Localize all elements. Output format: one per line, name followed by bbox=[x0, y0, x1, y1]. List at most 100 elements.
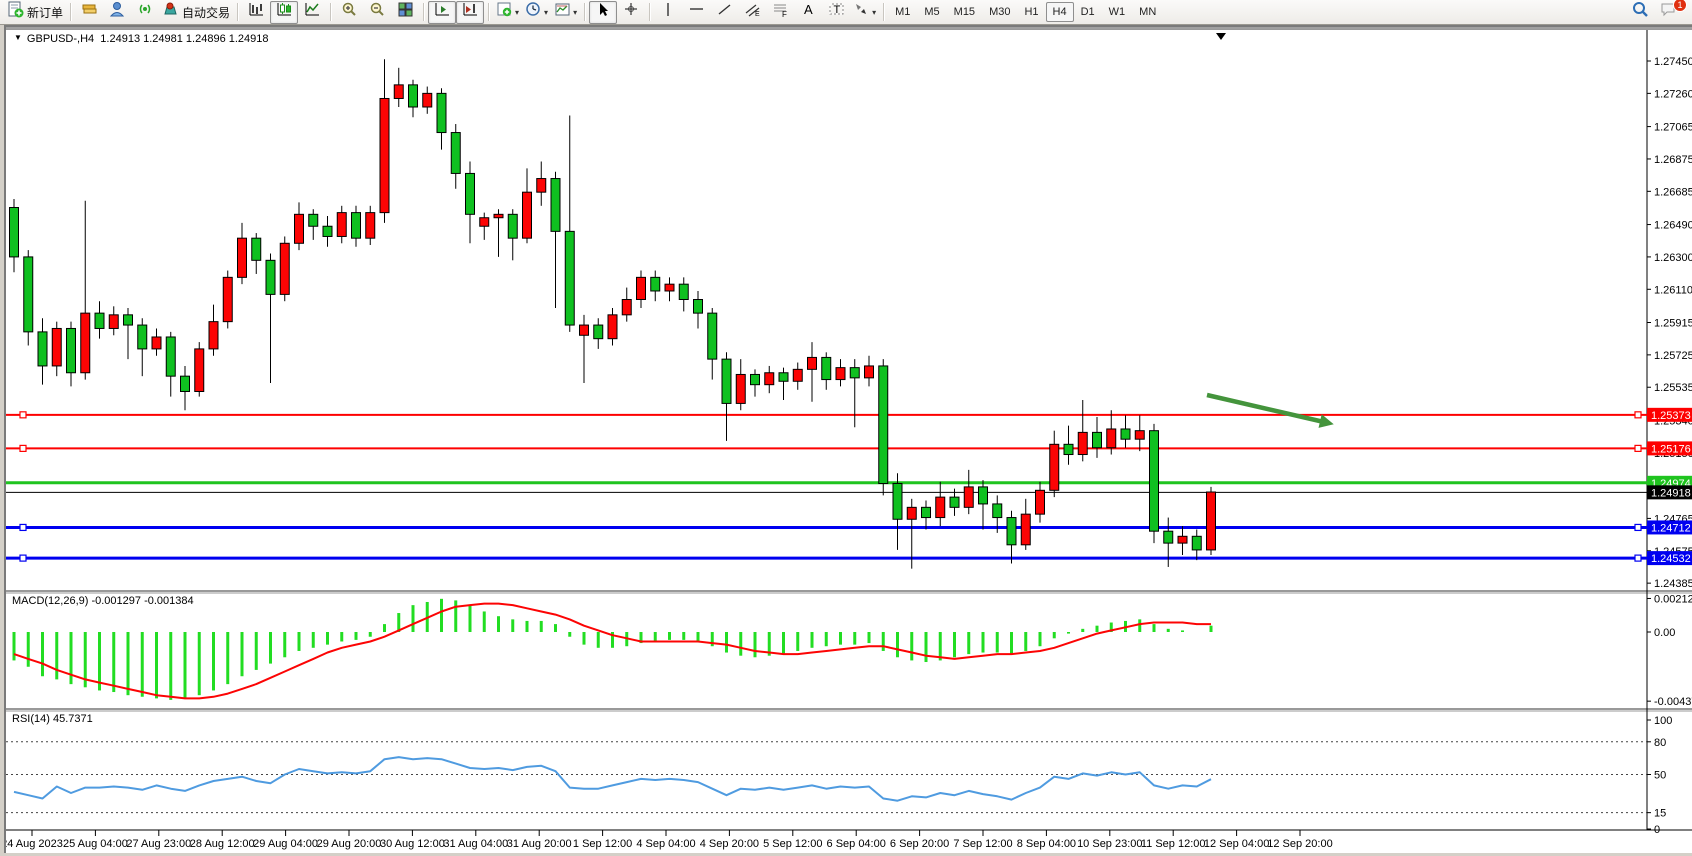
search-button[interactable] bbox=[1626, 1, 1654, 24]
toolbar-separator bbox=[70, 3, 71, 21]
autotrade-button[interactable]: 自动交易 bbox=[159, 1, 233, 24]
new-order-icon bbox=[7, 1, 24, 23]
zoom-out-button[interactable] bbox=[363, 1, 391, 24]
fibo-button[interactable]: F bbox=[766, 1, 794, 24]
svg-text:25 Aug 04:00: 25 Aug 04:00 bbox=[63, 838, 128, 850]
autotrade-button-label: 自动交易 bbox=[182, 4, 230, 21]
macd-pane bbox=[14, 599, 1211, 700]
chart-dropdown-caret[interactable]: ▼ bbox=[14, 33, 22, 42]
svg-text:1.25176: 1.25176 bbox=[1651, 443, 1691, 455]
rsi-indicator-label: RSI(14) 45.7371 bbox=[12, 713, 93, 725]
tiles-icon bbox=[397, 1, 414, 23]
zoom-in-button[interactable] bbox=[335, 1, 363, 24]
timeframe-m5-button[interactable]: M5 bbox=[917, 2, 946, 22]
svg-text:28 Aug 12:00: 28 Aug 12:00 bbox=[190, 838, 255, 850]
chart-ohlc-values: 1.24913 1.24981 1.24896 1.24918 bbox=[100, 33, 268, 45]
periods-button[interactable]: ▾ bbox=[522, 1, 551, 24]
svg-text:0: 0 bbox=[1654, 824, 1660, 836]
chart-window[interactable]: 1.274501.272601.270651.268751.266851.264… bbox=[4, 25, 1692, 853]
chart-shift-button[interactable] bbox=[456, 1, 484, 24]
candle-chart-button[interactable] bbox=[270, 1, 298, 24]
svg-text:1.24385: 1.24385 bbox=[1654, 578, 1692, 590]
svg-text:1.27260: 1.27260 bbox=[1654, 88, 1692, 100]
signal-icon bbox=[137, 1, 154, 23]
svg-text:29 Aug 20:00: 29 Aug 20:00 bbox=[317, 838, 382, 850]
new-order-button[interactable]: 新订单 bbox=[4, 1, 66, 24]
dropdown-arrow-icon[interactable]: ▾ bbox=[573, 8, 577, 17]
price-lines-layer[interactable] bbox=[6, 412, 1647, 561]
timeframe-h1-button[interactable]: H1 bbox=[1017, 2, 1045, 22]
indicators-button[interactable]: ▾ bbox=[493, 1, 522, 24]
mt4-window: { "toolbar": { "notification_count": "1"… bbox=[0, 0, 1692, 856]
svg-text:4 Sep 20:00: 4 Sep 20:00 bbox=[700, 838, 759, 850]
price-line-1.24712[interactable] bbox=[6, 524, 1647, 530]
dropdown-arrow-icon[interactable]: ▾ bbox=[872, 8, 876, 17]
dropdown-arrow-icon[interactable]: ▾ bbox=[544, 8, 548, 17]
signals-button[interactable] bbox=[131, 1, 159, 24]
svg-text:E: E bbox=[755, 11, 760, 18]
svg-text:27 Aug 23:00: 27 Aug 23:00 bbox=[126, 838, 191, 850]
svg-text:A: A bbox=[804, 2, 813, 17]
timeframe-m15-button[interactable]: M15 bbox=[947, 2, 982, 22]
svg-text:1.27450: 1.27450 bbox=[1654, 56, 1692, 68]
toolbar-separator bbox=[423, 3, 424, 21]
svg-text:1.26110: 1.26110 bbox=[1654, 284, 1692, 296]
rsi-axis[interactable]: 1008050150 bbox=[1647, 715, 1672, 836]
svg-text:1 Sep 12:00: 1 Sep 12:00 bbox=[573, 838, 632, 850]
dropdown-arrow-icon[interactable]: ▾ bbox=[515, 8, 519, 17]
price-line-1.25176[interactable] bbox=[6, 445, 1647, 451]
price-axis[interactable]: 1.274501.272601.270651.268751.266851.264… bbox=[1647, 56, 1692, 590]
tile-windows-button[interactable] bbox=[391, 1, 419, 24]
templates-button[interactable]: ▾ bbox=[551, 1, 580, 24]
timeframe-m30-button[interactable]: M30 bbox=[982, 2, 1017, 22]
svg-text:T: T bbox=[833, 4, 840, 16]
text-button[interactable]: A bbox=[794, 1, 822, 24]
profile-button[interactable] bbox=[103, 1, 131, 24]
crosshair-button[interactable] bbox=[617, 1, 645, 24]
auto-scroll-button[interactable] bbox=[428, 1, 456, 24]
label-button[interactable]: T bbox=[822, 1, 850, 24]
notifications-button[interactable]: 1 bbox=[1654, 1, 1682, 24]
svg-text:1.24918: 1.24918 bbox=[1651, 487, 1691, 499]
chartshift-icon bbox=[462, 1, 479, 23]
hline-button[interactable] bbox=[682, 1, 710, 24]
cursor-button[interactable] bbox=[589, 1, 617, 24]
svg-text:1.24532: 1.24532 bbox=[1651, 553, 1691, 565]
svg-text:11 Sep 12:00: 11 Sep 12:00 bbox=[1141, 838, 1206, 850]
svg-text:0.002123: 0.002123 bbox=[1654, 593, 1692, 605]
crosshair-icon bbox=[623, 1, 640, 23]
trendline-button[interactable] bbox=[710, 1, 738, 24]
toolbar-separator bbox=[584, 3, 585, 21]
chart-canvas[interactable]: 1.274501.272601.270651.268751.266851.264… bbox=[6, 27, 1692, 853]
price-line-1.24532[interactable] bbox=[6, 555, 1647, 561]
label-icon: T bbox=[828, 1, 845, 23]
trend-arrow-annotation[interactable] bbox=[1207, 395, 1334, 428]
trendline-icon bbox=[716, 1, 733, 23]
svg-text:1.26490: 1.26490 bbox=[1654, 220, 1692, 232]
line-chart-button[interactable] bbox=[298, 1, 326, 24]
macd-axis[interactable]: 0.0021230.00-0.004378 bbox=[1647, 593, 1692, 708]
indicators-icon bbox=[496, 1, 513, 23]
vline-button[interactable] bbox=[654, 1, 682, 24]
svg-text:100: 100 bbox=[1654, 715, 1672, 727]
timeframe-h4-button[interactable]: H4 bbox=[1046, 2, 1074, 22]
timeframe-w1-button[interactable]: W1 bbox=[1102, 2, 1133, 22]
svg-text:1.26685: 1.26685 bbox=[1654, 186, 1692, 198]
shapes-button[interactable]: ▾ bbox=[850, 1, 879, 24]
timeframe-mn-button[interactable]: MN bbox=[1132, 2, 1163, 22]
pane-frames bbox=[6, 28, 1692, 853]
svg-text:1.25915: 1.25915 bbox=[1654, 317, 1692, 329]
svg-text:1.25373: 1.25373 bbox=[1651, 410, 1691, 422]
text-icon: A bbox=[800, 1, 817, 23]
chart-shift-marker[interactable] bbox=[1216, 33, 1226, 40]
market-watch-button[interactable] bbox=[75, 1, 103, 24]
timeframe-m1-button[interactable]: M1 bbox=[888, 2, 917, 22]
svg-text:30 Aug 12:00: 30 Aug 12:00 bbox=[380, 838, 445, 850]
svg-text:80: 80 bbox=[1654, 737, 1666, 749]
price-line-labels: 1.253731.251761.249741.249181.247121.245… bbox=[1647, 408, 1692, 565]
timeframe-d1-button[interactable]: D1 bbox=[1074, 2, 1102, 22]
bar-chart-button[interactable] bbox=[242, 1, 270, 24]
channel-button[interactable]: E bbox=[738, 1, 766, 24]
svg-text:31 Aug 04:00: 31 Aug 04:00 bbox=[443, 838, 508, 850]
price-line-1.25373[interactable] bbox=[6, 412, 1647, 418]
